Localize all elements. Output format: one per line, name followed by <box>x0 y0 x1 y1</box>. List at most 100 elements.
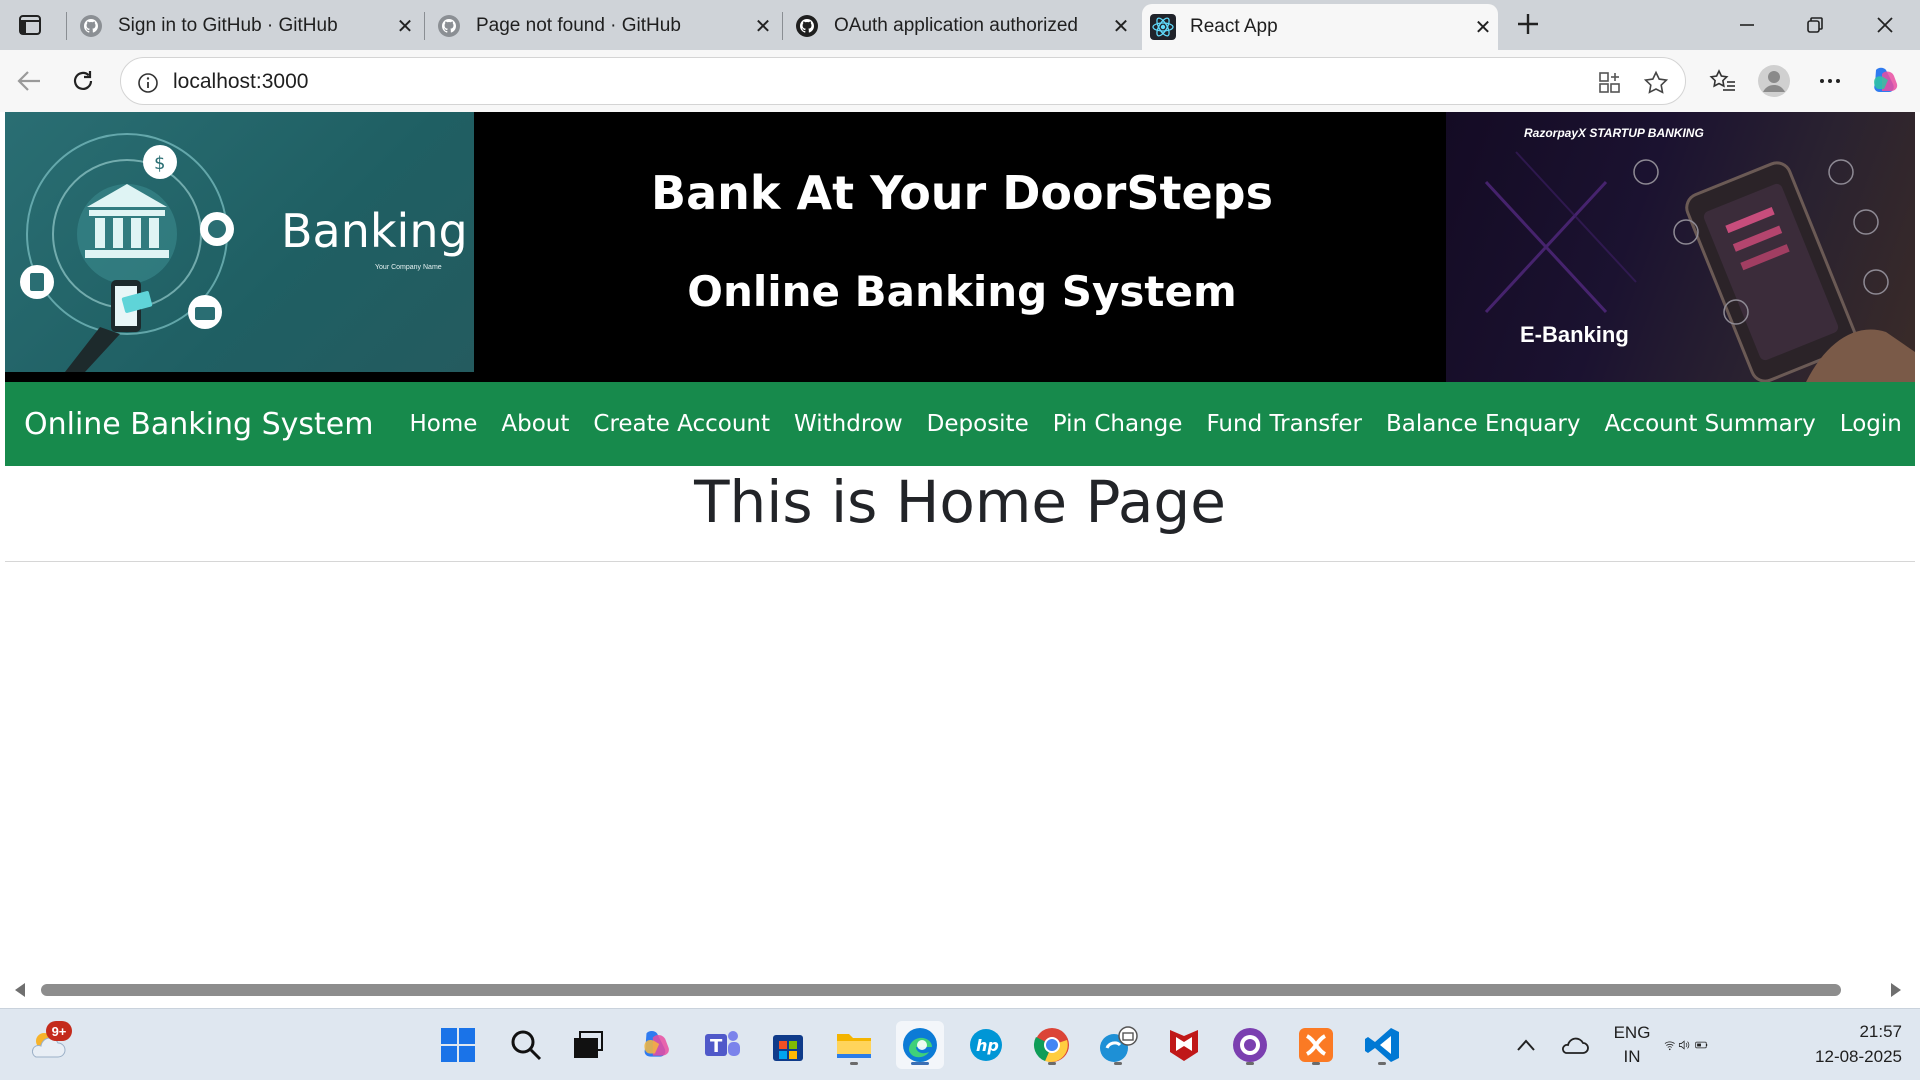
vscode-icon <box>1365 1028 1399 1062</box>
copilot-icon[interactable] <box>1868 64 1902 98</box>
taskbar-edge[interactable] <box>896 1021 944 1069</box>
tab-github-page-not-found[interactable]: Page not found · GitHub ✕ <box>428 4 778 48</box>
tab-actions-icon <box>19 15 41 35</box>
taskbar-chrome[interactable] <box>1028 1021 1076 1069</box>
taskbar-copilot[interactable] <box>632 1021 680 1069</box>
nav-link-about[interactable]: About <box>501 411 569 437</box>
network-volume-battery[interactable] <box>1664 1021 1712 1069</box>
favorite-star-icon[interactable] <box>1641 68 1671 98</box>
restore-button[interactable] <box>1792 8 1838 42</box>
url-text[interactable]: localhost:3000 <box>173 70 308 94</box>
ebanking-label: E-Banking <box>1520 322 1629 347</box>
show-hidden-icons-button[interactable] <box>1502 1021 1550 1069</box>
task-view-button[interactable] <box>564 1021 612 1069</box>
taskbar-mail[interactable] <box>1094 1021 1142 1069</box>
header-banner: $ Banking Your Company Name Bank At Your… <box>5 112 1915 382</box>
profile-avatar-icon[interactable] <box>1757 64 1791 98</box>
back-arrow-icon <box>17 71 40 91</box>
xampp-icon <box>1299 1028 1333 1062</box>
banner-subtitle: Online Banking System <box>687 267 1237 316</box>
hp-icon: hp <box>970 1029 1002 1061</box>
tab-react-app[interactable]: React App ✕ <box>1142 4 1498 50</box>
search-button[interactable] <box>502 1021 550 1069</box>
banking-illustration: $ Banking Your Company Name <box>5 112 474 372</box>
mail-icon <box>1100 1026 1138 1062</box>
wifi-volume-battery-icon <box>1664 1040 1708 1051</box>
scrollbar-thumb[interactable] <box>41 984 1841 996</box>
taskbar-hp[interactable]: hp <box>962 1021 1010 1069</box>
notification-badge: 9+ <box>46 1021 72 1041</box>
github-desktop-icon <box>1233 1028 1267 1062</box>
nav-link-deposit[interactable]: Deposite <box>927 411 1029 437</box>
taskbar-mcafee[interactable] <box>1160 1021 1208 1069</box>
taskbar-github-desktop[interactable] <box>1226 1021 1274 1069</box>
favorites-icon[interactable] <box>1706 64 1740 98</box>
divider <box>5 561 1915 562</box>
nav-link-home[interactable]: Home <box>409 411 477 437</box>
taskbar-teams[interactable]: T <box>698 1021 746 1069</box>
tab-separator <box>782 12 783 40</box>
refresh-icon <box>73 71 93 90</box>
taskbar-store[interactable] <box>764 1021 812 1069</box>
clock-time[interactable]: 21:57 <box>1792 1022 1902 1042</box>
task-view-icon <box>574 1031 603 1058</box>
chevron-up-icon <box>1517 1039 1535 1051</box>
nav-link-login[interactable]: Login <box>1840 411 1902 437</box>
github-icon <box>794 13 820 39</box>
nav-link-pin-change[interactable]: Pin Change <box>1053 411 1183 437</box>
region-indicator[interactable]: IN <box>1610 1047 1654 1067</box>
edge-icon <box>903 1028 937 1062</box>
new-tab-button[interactable] <box>1512 8 1544 40</box>
plus-icon <box>1518 14 1538 34</box>
tab-oauth-authorized[interactable]: OAuth application authorized ✕ <box>786 4 1136 48</box>
mcafee-icon <box>1170 1030 1198 1061</box>
banking-word: Banking <box>281 204 468 258</box>
back-button[interactable] <box>10 62 48 100</box>
tab-separator <box>66 12 67 40</box>
scroll-right-icon[interactable] <box>1891 983 1901 997</box>
nav-link-create-account[interactable]: Create Account <box>593 411 770 437</box>
close-window-button[interactable] <box>1862 8 1908 42</box>
tab-actions-menu-button[interactable] <box>14 10 46 40</box>
teams-icon: T <box>705 1031 740 1057</box>
taskbar-vscode[interactable] <box>1358 1021 1406 1069</box>
nav-link-withdraw[interactable]: Withdrow <box>794 411 903 437</box>
horizontal-scrollbar[interactable] <box>5 980 1915 1002</box>
tab-close-button[interactable]: ✕ <box>1468 12 1498 42</box>
tab-close-button[interactable]: ✕ <box>1106 11 1136 41</box>
page-title: This is Home Page <box>694 468 1226 536</box>
ebanking-phone-icon <box>1484 151 1915 382</box>
more-options-icon[interactable] <box>1813 64 1847 98</box>
refresh-button[interactable] <box>64 62 102 100</box>
address-bar[interactable]: localhost:3000 <box>120 57 1686 105</box>
onedrive-button[interactable] <box>1550 1021 1598 1069</box>
banner-center: Bank At Your DoorSteps Online Banking Sy… <box>474 112 1450 382</box>
scroll-left-icon[interactable] <box>15 983 25 997</box>
taskbar-file-explorer[interactable] <box>830 1021 878 1069</box>
tab-title: Sign in to GitHub · GitHub <box>118 15 338 36</box>
start-button[interactable] <box>434 1021 482 1069</box>
tab-title: OAuth application authorized <box>834 15 1078 36</box>
tab-close-button[interactable]: ✕ <box>748 11 778 41</box>
react-icon <box>1150 14 1176 40</box>
tab-github-signin[interactable]: Sign in to GitHub · GitHub ✕ <box>70 4 420 48</box>
app-available-icon[interactable] <box>1595 68 1625 98</box>
nav-link-balance-enquiry[interactable]: Balance Enquary <box>1386 411 1581 437</box>
tab-strip: Sign in to GitHub · GitHub ✕ Page not fo… <box>0 0 1920 50</box>
banner-title: Bank At Your DoorSteps <box>651 166 1273 220</box>
taskbar-xampp[interactable] <box>1292 1021 1340 1069</box>
language-indicator[interactable]: ENG <box>1610 1023 1654 1043</box>
svg-text:$: $ <box>154 153 165 174</box>
tab-close-button[interactable]: ✕ <box>390 11 420 41</box>
navbar-brand[interactable]: Online Banking System <box>24 407 373 442</box>
cloud-icon <box>1562 1037 1589 1054</box>
clock-date[interactable]: 12-08-2025 <box>1792 1047 1902 1067</box>
site-info-icon[interactable] <box>133 68 163 98</box>
store-icon <box>773 1035 803 1061</box>
minimize-icon <box>1740 24 1754 26</box>
minimize-button[interactable] <box>1724 8 1770 42</box>
start-icon <box>441 1028 475 1062</box>
nav-link-account-summary[interactable]: Account Summary <box>1604 411 1815 437</box>
ebanking-image: RazorpayX STARTUP BANKING E-Banking <box>1446 112 1915 382</box>
nav-link-fund-transfer[interactable]: Fund Transfer <box>1206 411 1362 437</box>
